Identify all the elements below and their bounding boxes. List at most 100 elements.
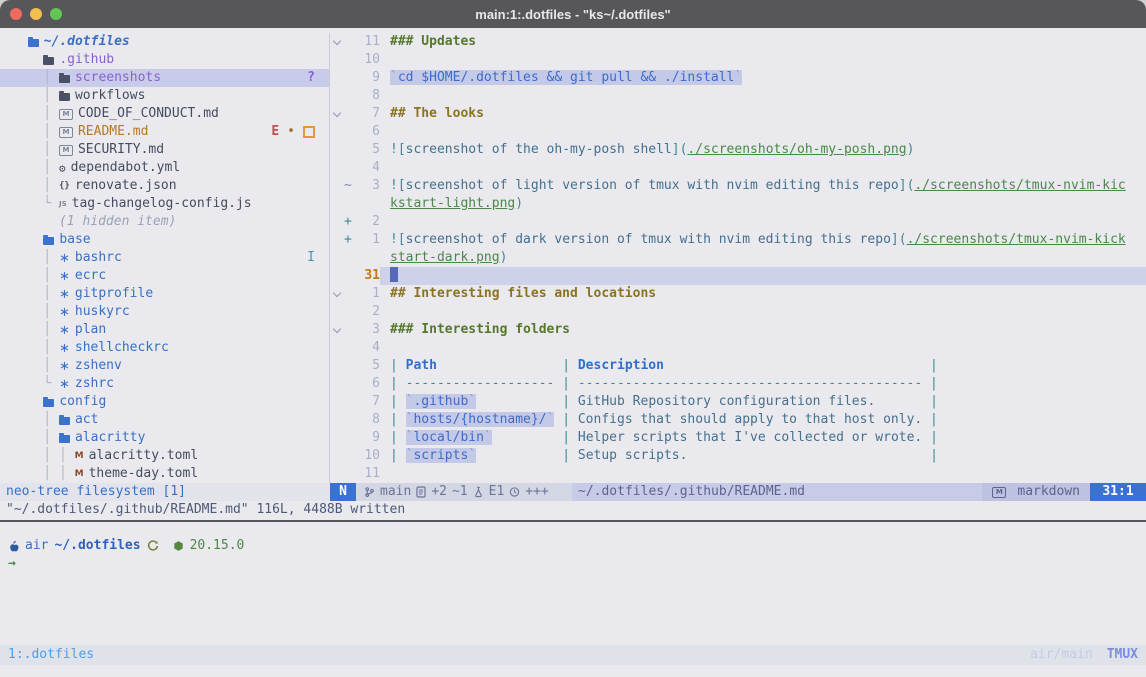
git-sign-column (344, 285, 356, 303)
editor-line[interactable]: 8 (330, 87, 1146, 105)
star-icon (59, 324, 70, 337)
tree-item-base[interactable]: base (0, 231, 329, 249)
tree-item-label: act (75, 411, 98, 429)
close-button[interactable] (10, 8, 22, 20)
editor-line[interactable]: +1![screenshot of dark version of tmux w… (330, 231, 1146, 249)
line-text (380, 267, 1146, 285)
indent-guide: │ (12, 429, 59, 447)
tree-item-label: bashrc (75, 249, 122, 267)
tree-item-zshenv[interactable]: │ zshenv (0, 357, 329, 375)
line-text (380, 465, 1146, 483)
tree-item-huskyrc[interactable]: │ huskyrc (0, 303, 329, 321)
tree-item-renovate.json[interactable]: │ renovate.json (0, 177, 329, 195)
line-text: | Path | Description | (380, 357, 1146, 375)
editor-line[interactable]: 11### Updates (330, 33, 1146, 51)
star-icon (59, 378, 70, 391)
tree-item-code-of-conduct.md[interactable]: │ CODE_OF_CONDUCT.md (0, 105, 329, 123)
editor-line[interactable]: 4 (330, 339, 1146, 357)
fold-column (330, 195, 344, 213)
editor-line[interactable]: 10 (330, 51, 1146, 69)
fold-column (330, 87, 344, 105)
fold-chevron-icon[interactable] (330, 105, 344, 123)
fold-chevron-icon[interactable] (330, 285, 344, 303)
editor-line[interactable]: start-dark.png) (330, 249, 1146, 267)
tree-item-workflows[interactable]: │ workflows (0, 87, 329, 105)
tree-item-.github[interactable]: .github (0, 51, 329, 69)
editor-line[interactable]: 5![screenshot of the oh-my-posh shell](.… (330, 141, 1146, 159)
star-icon (59, 306, 70, 319)
diff-added: +2 (431, 483, 447, 501)
indent-guide: │ │ (12, 465, 75, 483)
tree-item-dependabot.yml[interactable]: │ dependabot.yml (0, 159, 329, 177)
editor-line[interactable]: 8| `hosts/{hostname}/` | Configs that sh… (330, 411, 1146, 429)
tree-item-label: huskyrc (75, 303, 130, 321)
editor-line[interactable]: 10| `scripts` | Setup scripts. | (330, 447, 1146, 465)
tree-item-security.md[interactable]: │ SECURITY.md (0, 141, 329, 159)
tree-item-label: theme-day.toml (89, 465, 199, 483)
prompt-host: air (25, 537, 48, 555)
indent-guide: │ (12, 123, 59, 141)
line-text: ![screenshot of light version of tmux wi… (380, 177, 1146, 195)
apple-icon (8, 540, 19, 553)
tree-item-act[interactable]: │ act (0, 411, 329, 429)
tree-item--1-hidden-item-[interactable]: (1 hidden item) (0, 213, 329, 231)
star-icon (59, 360, 70, 373)
pane-divider[interactable] (0, 520, 1146, 522)
tree-item-gitprofile[interactable]: │ gitprofile (0, 285, 329, 303)
tree-item-plan[interactable]: │ plan (0, 321, 329, 339)
indent-guide: │ │ (12, 447, 75, 465)
git-sign-column: + (344, 231, 356, 249)
editor-line[interactable]: 9| `local/bin` | Helper scripts that I'v… (330, 429, 1146, 447)
terminal-window: main:1:.dotfiles - "ks~/.dotfiles" ~/.do… (0, 0, 1146, 677)
fold-chevron-icon[interactable] (330, 33, 344, 51)
tree-item-alacritty.toml[interactable]: │ │ alacritty.toml (0, 447, 329, 465)
editor-line[interactable]: 5| Path | Description | (330, 357, 1146, 375)
editor-line[interactable]: 11 (330, 465, 1146, 483)
git-sign-column: ~ (344, 177, 356, 195)
editor-line[interactable]: 6| ------------------- | ---------------… (330, 375, 1146, 393)
git-sign-column (344, 375, 356, 393)
editor-line[interactable]: 1## Interesting files and locations (330, 285, 1146, 303)
indent-guide: │ (12, 141, 59, 159)
tree-item-shellcheckrc[interactable]: │ shellcheckrc (0, 339, 329, 357)
tree-item--.dotfiles[interactable]: ~/.dotfiles (0, 33, 329, 51)
minimize-button[interactable] (30, 8, 42, 20)
editor-line[interactable]: +2 (330, 213, 1146, 231)
tmux-session: air/main (1030, 645, 1093, 665)
star-icon (59, 342, 70, 355)
tree-item-alacritty[interactable]: │ alacritty (0, 429, 329, 447)
editor-line[interactable]: 3### Interesting folders (330, 321, 1146, 339)
indent-guide: └ (12, 375, 59, 393)
editor-line[interactable]: 7| `.github` | GitHub Repository configu… (330, 393, 1146, 411)
git-sign-column (344, 123, 356, 141)
filetype-segment: markdown (982, 483, 1090, 501)
file-path: ~/.dotfiles/.github/README.md (572, 483, 982, 501)
tree-item-tag-changelog-config.js[interactable]: └ tag-changelog-config.js (0, 195, 329, 213)
fullscreen-button[interactable] (50, 8, 62, 20)
error-badge: E (271, 123, 279, 141)
tree-item-config[interactable]: config (0, 393, 329, 411)
fold-chevron-icon[interactable] (330, 321, 344, 339)
tree-item-readme.md[interactable]: │ README.mdE• (0, 123, 329, 141)
editor-line[interactable]: ~3![screenshot of light version of tmux … (330, 177, 1146, 195)
folder-icon (59, 75, 70, 83)
tree-item-zshrc[interactable]: └ zshrc (0, 375, 329, 393)
editor-line[interactable]: 4 (330, 159, 1146, 177)
editor-line[interactable]: 2 (330, 303, 1146, 321)
editor-line[interactable]: 31 (330, 267, 1146, 285)
folder-icon (59, 417, 70, 425)
modified-dot-badge: • (287, 123, 295, 141)
editor-line[interactable]: 7## The looks (330, 105, 1146, 123)
tree-item-bashrc[interactable]: │ bashrcI (0, 249, 329, 267)
tree-item-screenshots[interactable]: │ screenshots? (0, 69, 329, 87)
line-text: | `hosts/{hostname}/` | Configs that sho… (380, 411, 1146, 429)
line-number: 9 (356, 69, 380, 87)
editor-line[interactable]: 6 (330, 123, 1146, 141)
editor-line[interactable]: 9`cd $HOME/.dotfiles && git pull && ./in… (330, 69, 1146, 87)
indent-guide: │ (12, 267, 59, 285)
filetype-label: markdown (1017, 483, 1080, 501)
tmux-window-item[interactable]: 1:.dotfiles (0, 645, 94, 665)
tree-item-ecrc[interactable]: │ ecrc (0, 267, 329, 285)
editor-line[interactable]: kstart-light.png) (330, 195, 1146, 213)
tree-item-theme-day.toml[interactable]: │ │ theme-day.toml (0, 465, 329, 483)
